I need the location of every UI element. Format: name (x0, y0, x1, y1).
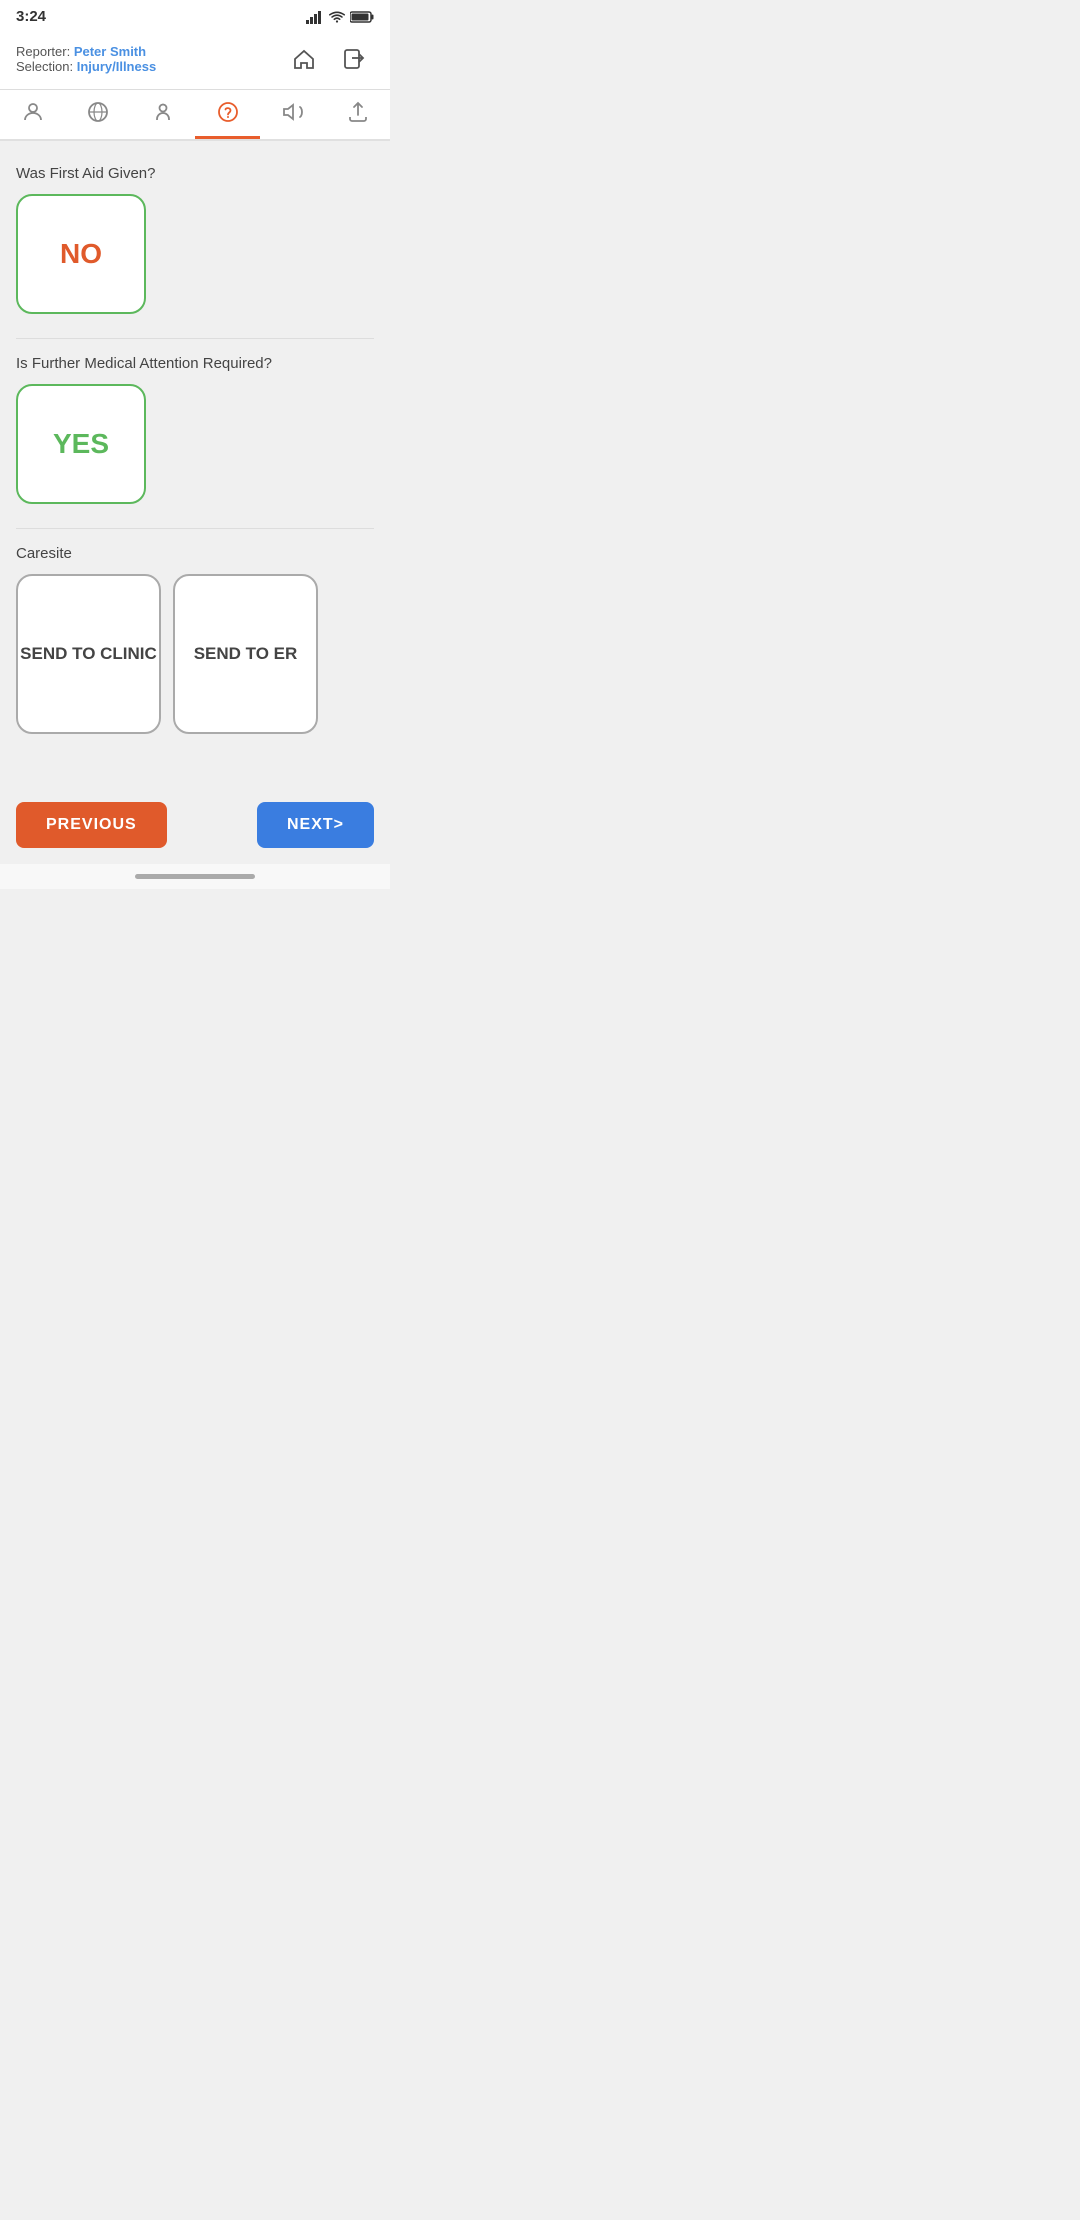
previous-button[interactable]: PREVIOUS (16, 802, 167, 848)
home-button[interactable] (284, 39, 324, 79)
header-info: Reporter: Peter Smith Selection: Injury/… (16, 44, 156, 74)
status-icons (306, 10, 374, 24)
bottom-bar (0, 864, 390, 889)
next-button[interactable]: NEXT> (257, 802, 374, 848)
tab-question[interactable] (195, 90, 260, 139)
tab-upload[interactable] (325, 90, 390, 139)
further-medical-question: Is Further Medical Attention Required? (16, 355, 374, 372)
reporter-name: Peter Smith (74, 44, 146, 59)
caresite-choices: SEND TO CLINIC SEND TO ER (16, 574, 374, 734)
battery-icon (350, 10, 374, 24)
home-icon (292, 47, 316, 71)
header-actions (284, 39, 374, 79)
tab-megaphone[interactable] (260, 90, 325, 139)
question-icon (216, 100, 240, 124)
signal-icon (306, 10, 324, 24)
person-icon (21, 100, 45, 124)
first-aid-choices: NO (16, 194, 374, 314)
first-aid-question: Was First Aid Given? (16, 165, 374, 182)
reporter-label: Reporter: (16, 44, 70, 59)
globe-icon (86, 100, 110, 124)
divider-1 (16, 338, 374, 339)
megaphone-icon (281, 100, 305, 124)
tab-globe[interactable] (65, 90, 130, 139)
send-to-clinic-button[interactable]: SEND TO CLINIC (16, 574, 161, 734)
upload-icon (346, 100, 370, 124)
status-time: 3:24 (16, 8, 46, 25)
home-indicator (135, 874, 255, 879)
tab-person[interactable] (0, 90, 65, 139)
divider-2 (16, 528, 374, 529)
worker-icon (151, 100, 175, 124)
header: Reporter: Peter Smith Selection: Injury/… (0, 29, 390, 90)
wifi-icon (328, 10, 346, 24)
choice-no[interactable]: NO (16, 194, 146, 314)
main-content: Was First Aid Given? NO Is Further Medic… (0, 141, 390, 774)
choice-yes[interactable]: YES (16, 384, 146, 504)
further-medical-choices: YES (16, 384, 374, 504)
caresite-question: Caresite (16, 545, 374, 562)
submit-icon (342, 47, 366, 71)
nav-tabs (0, 90, 390, 141)
tab-worker[interactable] (130, 90, 195, 139)
bottom-nav: PREVIOUS NEXT> (0, 786, 390, 864)
submit-button[interactable] (334, 39, 374, 79)
selection-label: Selection: (16, 59, 73, 74)
selection-value: Injury/Illness (77, 59, 156, 74)
send-to-er-button[interactable]: SEND TO ER (173, 574, 318, 734)
status-bar: 3:24 (0, 0, 390, 29)
